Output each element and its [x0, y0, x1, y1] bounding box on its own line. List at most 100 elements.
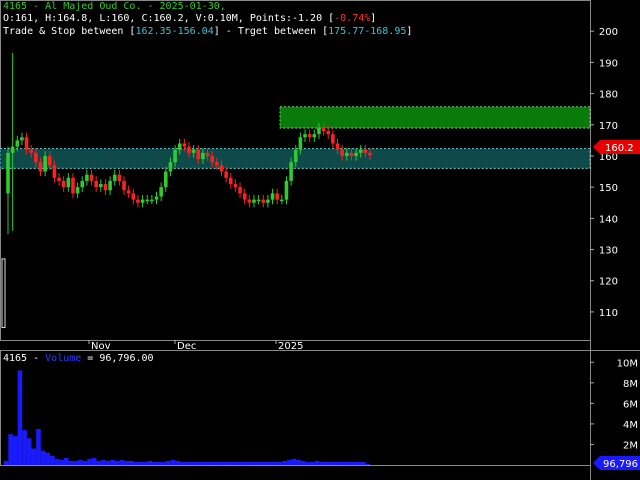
trade-label: Trade & Stop between [ — [3, 26, 136, 37]
volume-bar — [272, 461, 278, 465]
chart-canvas: 110120130140150160170180190200 2M4M6M8M1… — [0, 0, 640, 480]
volume-bar — [40, 450, 46, 465]
candle-body — [66, 177, 71, 188]
volume-bar — [291, 458, 297, 465]
candle-body — [24, 137, 29, 150]
volume-tick-label: 8M — [623, 379, 638, 390]
volume-bar — [286, 459, 292, 465]
volume-bar — [101, 459, 106, 465]
candle-body — [173, 149, 177, 163]
candle-body — [284, 180, 289, 200]
volume-bar — [365, 463, 371, 465]
last-price-badge: 160.2 — [593, 140, 640, 154]
target-range: 175.77-168.95 — [328, 26, 407, 37]
price-tick-label: 150 — [599, 183, 618, 194]
volume-bar — [152, 461, 157, 465]
volume-bar — [180, 461, 185, 465]
volume-bar — [235, 461, 241, 465]
volume-bar — [323, 461, 329, 465]
candle-body — [261, 199, 266, 203]
volume-bar — [361, 461, 366, 465]
candle-body — [275, 193, 279, 200]
volume-bar — [212, 461, 218, 465]
candle-body — [242, 193, 247, 200]
candle-body — [303, 134, 307, 138]
volume-tick-label: 2M — [623, 440, 638, 451]
price-tick-label: 130 — [599, 246, 618, 257]
volume-bar — [96, 460, 102, 465]
price-tick-label: 200 — [599, 27, 618, 38]
trade-target-readout: Trade & Stop between [162.35-156.04] - T… — [3, 26, 412, 38]
volume-bar — [142, 461, 148, 465]
svg-text:96,796: 96,796 — [603, 459, 638, 470]
volume-bar — [54, 458, 60, 465]
candle-body — [20, 137, 24, 141]
candle-body — [340, 149, 344, 156]
candle-body — [150, 199, 154, 202]
volume-bar — [310, 461, 315, 465]
x-tick-dec: Dec — [177, 341, 196, 352]
change-percent: -0.74% — [334, 13, 371, 24]
candle-body — [177, 143, 182, 150]
candle-body — [6, 152, 10, 194]
svg-text:160.2: 160.2 — [605, 143, 634, 154]
candle-body — [210, 155, 215, 163]
volume-bar — [347, 461, 352, 465]
volume-bar — [249, 461, 255, 465]
ohlc-values: O:161, H:164.8, L:160, C:160.2, V:0.10M,… — [3, 13, 335, 24]
volume-bar — [217, 461, 222, 465]
volume-bar — [91, 457, 97, 465]
candle-body — [1, 258, 6, 329]
volume-bar — [50, 455, 55, 465]
candle-body — [191, 149, 196, 153]
volume-bar — [263, 461, 269, 465]
volume-bar — [129, 460, 134, 465]
candle-body — [233, 184, 238, 188]
volume-bar — [133, 461, 139, 465]
volume-bar — [240, 461, 245, 465]
volume-bar — [3, 460, 9, 465]
volume-bar — [166, 460, 171, 465]
candle-body — [307, 134, 312, 138]
candle-body — [354, 152, 358, 156]
candle-body — [219, 165, 224, 172]
candle-body — [247, 199, 252, 203]
target-close-bracket: ] — [406, 26, 413, 37]
candle-body — [89, 174, 94, 181]
volume-bar — [333, 461, 338, 465]
candle-body — [122, 180, 126, 191]
volume-bar — [45, 452, 51, 465]
candle-body — [117, 174, 122, 181]
volume-bar — [175, 460, 181, 465]
candle-body — [289, 162, 293, 181]
volume-bar — [277, 461, 283, 465]
volume-bar — [282, 460, 287, 465]
volume-bar — [26, 438, 32, 465]
candle-body — [182, 143, 187, 147]
volume-bar — [296, 459, 301, 465]
candle-body — [187, 146, 191, 153]
volume-bar — [268, 461, 273, 465]
volume-bar — [12, 436, 18, 465]
volume-bar — [221, 461, 227, 465]
candle-body — [344, 152, 349, 156]
volume-bar — [198, 461, 204, 465]
volume-bar — [203, 461, 208, 465]
price-tick-label: 190 — [599, 58, 618, 69]
volume-bar — [82, 460, 88, 465]
candle-body — [266, 199, 270, 203]
last-volume-badge: 96,796 — [593, 456, 640, 470]
candle-body — [293, 149, 298, 163]
volume-bar — [138, 461, 143, 465]
volume-bar — [254, 461, 259, 465]
volume-bar — [73, 460, 78, 465]
price-panel-border — [0, 0, 591, 341]
candle-body — [238, 187, 242, 194]
volume-bar — [193, 461, 199, 465]
candle-body — [75, 187, 80, 194]
volume-bar — [147, 460, 153, 465]
candle-body — [326, 131, 331, 135]
candle-body — [154, 196, 159, 200]
candle-body — [145, 199, 150, 202]
price-tick-label: 170 — [599, 121, 618, 132]
